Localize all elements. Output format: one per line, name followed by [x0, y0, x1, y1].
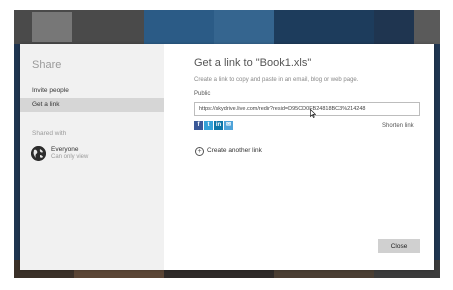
- shared-with-heading: Shared with: [32, 130, 67, 137]
- background-tile: [274, 10, 374, 44]
- twitter-icon[interactable]: t: [204, 121, 213, 130]
- create-another-link-button[interactable]: Create another link: [207, 147, 262, 154]
- background-tile: [32, 12, 72, 42]
- sidebar-title: Share: [32, 59, 62, 71]
- sidebar-item-get-a-link[interactable]: Get a link: [20, 98, 164, 112]
- public-label: Public: [194, 91, 211, 97]
- link-description: Create a link to copy and paste in an em…: [194, 77, 359, 83]
- close-button[interactable]: Close: [378, 239, 420, 253]
- add-circle-icon[interactable]: +: [195, 147, 204, 156]
- messenger-icon[interactable]: ✉: [224, 121, 233, 130]
- background-tile: [214, 10, 274, 44]
- cursor-icon: [310, 109, 316, 118]
- shared-user-name[interactable]: Everyone: [51, 146, 78, 153]
- shared-user-permission: Can only view: [51, 154, 89, 160]
- linkedin-icon[interactable]: in: [214, 121, 223, 130]
- link-url-field[interactable]: https://skydrive.live.com/redir?resid=D9…: [194, 102, 420, 116]
- share-sidebar: Share Invite people Get a link Shared wi…: [20, 44, 164, 270]
- sidebar-item-invite-people[interactable]: Invite people: [20, 84, 164, 98]
- share-dialog: Share Invite people Get a link Shared wi…: [20, 44, 434, 270]
- page-title: Get a link to "Book1.xls": [194, 57, 312, 69]
- background-tile: [144, 10, 214, 44]
- shorten-link-button[interactable]: Shorten link: [382, 123, 414, 129]
- background-tile: [414, 10, 440, 44]
- globe-icon: [31, 146, 46, 161]
- facebook-icon[interactable]: f: [194, 121, 203, 130]
